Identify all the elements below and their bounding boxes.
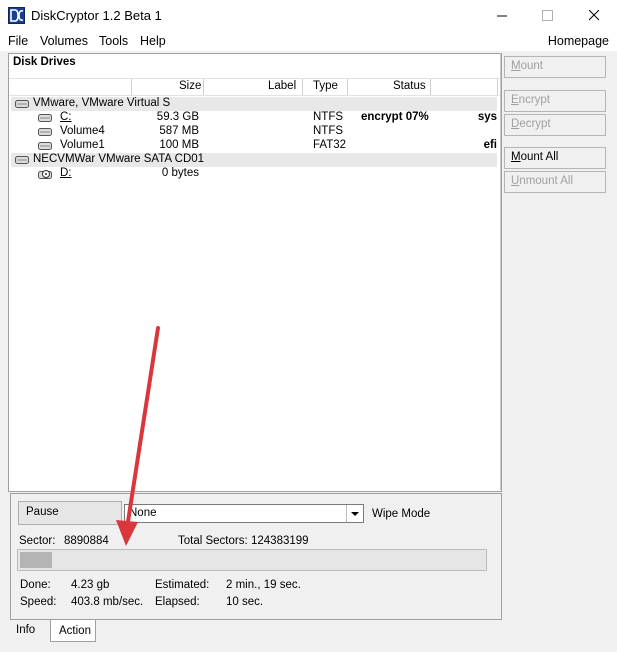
- column-separator: [497, 79, 498, 95]
- dropdown-arrow-icon[interactable]: [346, 505, 363, 522]
- mount-all-button[interactable]: Mount All: [504, 147, 606, 169]
- cd-drive-icon: [38, 170, 52, 179]
- column-separator: [430, 79, 431, 95]
- menu-bar: File Volumes Tools Help Homepage: [0, 31, 617, 51]
- unmount-all-label: nmount All: [519, 175, 574, 187]
- decrypt-button[interactable]: Decrypt: [504, 114, 606, 136]
- pause-button[interactable]: Pause: [18, 501, 122, 525]
- column-size[interactable]: Size: [179, 80, 201, 92]
- volume-name: Volume4: [60, 125, 105, 137]
- volume-size: 100 MB: [159, 139, 199, 151]
- title-bar: DiskCryptor 1.2 Beta 1: [0, 0, 617, 31]
- disk-name: VMware, VMware Virtual S: [33, 97, 171, 109]
- volume-name: C:: [60, 111, 72, 123]
- minimize-button[interactable]: [479, 0, 525, 31]
- column-separator: [347, 79, 348, 95]
- volume-flag: sys: [477, 111, 497, 123]
- progress-fill: [20, 552, 52, 568]
- action-panel: Pause None Wipe Mode Sector: 8890884 Tot…: [10, 493, 502, 620]
- done-value: 4.23 gb: [71, 579, 110, 591]
- column-status[interactable]: Status: [393, 80, 426, 92]
- volume-type: NTFS: [313, 125, 344, 137]
- volume-status: encrypt 07%: [361, 111, 429, 123]
- estimated-value: 2 min., 19 sec.: [226, 579, 301, 591]
- volume-row-d[interactable]: D: 0 bytes: [11, 167, 497, 181]
- column-separator: [302, 79, 303, 95]
- tab-info[interactable]: Info: [10, 620, 50, 642]
- wipe-mode-label: Wipe Mode: [372, 508, 431, 520]
- total-sectors-value: 124383199: [251, 535, 309, 547]
- close-icon: [588, 10, 599, 21]
- minimize-icon: [496, 15, 507, 17]
- column-separator: [131, 79, 132, 95]
- menu-volumes[interactable]: Volumes: [40, 34, 88, 48]
- encryption-progress-bar: [17, 549, 487, 571]
- homepage-link[interactable]: Homepage: [548, 34, 609, 48]
- volume-icon: [38, 128, 52, 136]
- volume-row-volume4[interactable]: Volume4 587 MB NTFS: [11, 125, 497, 139]
- volume-row-c[interactable]: C: 59.3 GB NTFS encrypt 07% sys: [11, 111, 497, 125]
- panel-divider: [500, 53, 501, 490]
- column-type[interactable]: Type: [313, 80, 338, 92]
- volume-name: D:: [60, 167, 72, 179]
- estimated-label: Estimated:: [155, 579, 210, 591]
- disk-drives-panel: Disk Drives Size Label Type Status VMwar…: [8, 53, 502, 492]
- volume-flag: efi: [483, 139, 497, 151]
- volume-size: 587 MB: [159, 125, 199, 137]
- maximize-icon: [541, 10, 553, 21]
- encrypt-button[interactable]: Encrypt: [504, 90, 606, 112]
- diskcryptor-logo-icon: [8, 7, 25, 24]
- volume-row-volume1[interactable]: Volume1 100 MB FAT32 efi: [11, 139, 497, 153]
- mount-all-label: ount All: [520, 151, 559, 163]
- volume-icon: [38, 114, 52, 122]
- disk-row-vmware[interactable]: VMware, VMware Virtual S: [11, 97, 497, 111]
- elapsed-value: 10 sec.: [226, 596, 264, 608]
- sector-label: Sector:: [19, 535, 56, 547]
- wipe-mode-value: None: [129, 507, 157, 519]
- sector-value: 8890884: [64, 535, 109, 547]
- maximize-button[interactable]: [524, 0, 570, 31]
- menu-file[interactable]: File: [8, 34, 28, 48]
- mount-button[interactable]: Mount: [504, 56, 606, 78]
- disk-row-cdrom[interactable]: NECVMWar VMware SATA CD01: [11, 153, 497, 167]
- elapsed-label: Elapsed:: [155, 596, 200, 608]
- volume-name: Volume1: [60, 139, 105, 151]
- done-label: Done:: [20, 579, 51, 591]
- panel-title: Disk Drives: [13, 56, 76, 68]
- volume-type: FAT32: [313, 139, 347, 151]
- encrypt-label: ncrypt: [518, 94, 550, 106]
- volume-size: 0 bytes: [161, 167, 199, 179]
- tab-action[interactable]: Action: [50, 620, 96, 642]
- close-button[interactable]: [571, 0, 617, 31]
- speed-value: 403.8 mb/sec.: [71, 596, 144, 608]
- menu-help[interactable]: Help: [140, 34, 166, 48]
- optical-drive-icon: [15, 156, 29, 164]
- mount-label-key: M: [511, 60, 521, 72]
- column-label[interactable]: Label: [268, 80, 296, 92]
- hard-disk-icon: [15, 100, 29, 108]
- volume-size: 59.3 GB: [156, 111, 199, 123]
- column-header: Size Label Type Status: [9, 78, 501, 96]
- column-separator: [203, 79, 204, 95]
- encrypt-label-key: E: [511, 94, 519, 106]
- mount-label: ount: [520, 60, 543, 72]
- unmount-all-button[interactable]: Unmount All: [504, 171, 606, 193]
- wipe-mode-select[interactable]: None: [124, 504, 364, 523]
- volume-type: NTFS: [313, 111, 344, 123]
- menu-tools[interactable]: Tools: [99, 34, 128, 48]
- window-title: DiskCryptor 1.2 Beta 1: [31, 8, 162, 23]
- decrypt-label: ecrypt: [519, 118, 551, 130]
- volume-icon: [38, 142, 52, 150]
- total-sectors-label: Total Sectors:: [178, 535, 248, 547]
- mount-all-label-key: M: [511, 151, 521, 163]
- disk-name: NECVMWar VMware SATA CD01: [33, 153, 205, 165]
- speed-label: Speed:: [20, 596, 57, 608]
